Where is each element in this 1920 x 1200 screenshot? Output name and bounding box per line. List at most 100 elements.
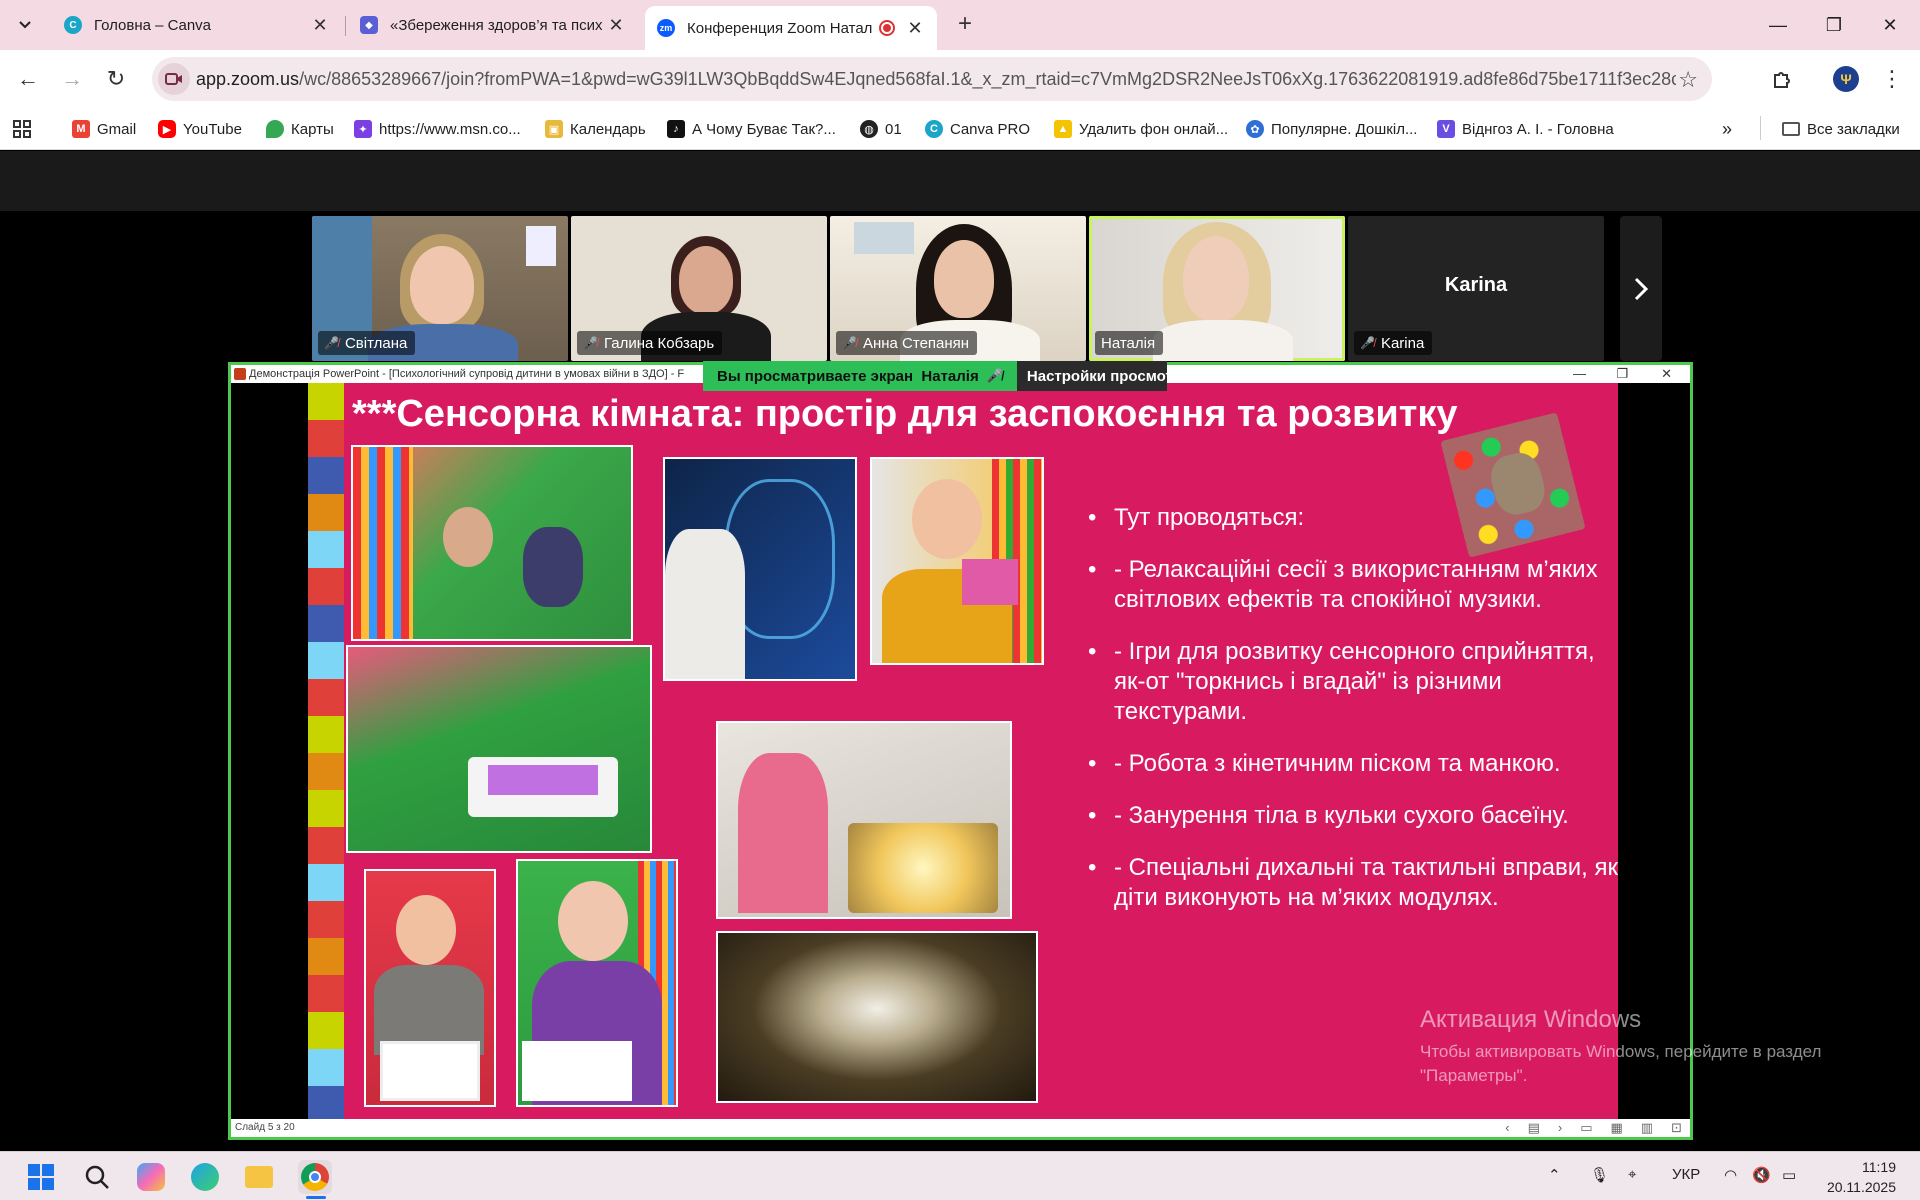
- active-app-indicator: [306, 1196, 326, 1199]
- volume-muted-icon[interactable]: 🔇: [1752, 1166, 1771, 1184]
- gallery-next-button[interactable]: [1620, 216, 1662, 361]
- sensory-room-photo: [716, 721, 1012, 919]
- mic-muted-icon: 🎤̸: [583, 336, 598, 350]
- photo-decor: [738, 753, 828, 913]
- next-slide-icon: ›: [1557, 1120, 1563, 1135]
- address-bar[interactable]: app.zoom.us/wc/88653289667/join?fromPWA=…: [152, 57, 1712, 101]
- participant-tile[interactable]: 🎤̸ Галина Кобзарь: [571, 216, 827, 361]
- tab-separator: [345, 16, 346, 36]
- slideshow-icon: ⊡: [1671, 1120, 1682, 1135]
- bookmark-msn[interactable]: ✦ https://www.msn.co...: [354, 116, 521, 142]
- mic-muted-icon: 🎤̸: [986, 368, 1003, 383]
- photo-decor: [912, 479, 982, 559]
- profile-avatar[interactable]: Ψ: [1830, 63, 1862, 95]
- shared-close-icon: ✕: [1661, 366, 1672, 381]
- forward-button[interactable]: →: [56, 63, 88, 95]
- restore-button[interactable]: ❐: [1806, 0, 1862, 50]
- minimize-button[interactable]: —: [1750, 0, 1806, 50]
- search-icon: [85, 1165, 109, 1189]
- bookmark-label: 01: [885, 120, 902, 138]
- more-bookmarks-icon[interactable]: »: [1722, 116, 1732, 142]
- copilot-button[interactable]: [134, 1160, 168, 1194]
- reload-button[interactable]: ↻: [100, 63, 132, 95]
- bookmark-label: Віднгоз А. І. - Головна: [1462, 120, 1614, 138]
- slide-bullet-list: Тут проводяться: - Релаксаційні сесії з …: [1088, 503, 1618, 935]
- participant-name-tag: 🎤̸ Галина Кобзарь: [577, 331, 723, 355]
- chrome-button[interactable]: [298, 1160, 332, 1194]
- apps-grid-icon[interactable]: [12, 116, 32, 142]
- close-icon[interactable]: ✕: [310, 15, 330, 36]
- participant-body: [1153, 320, 1293, 361]
- menu-kebab-icon[interactable]: ⋮: [1876, 63, 1908, 95]
- tab-canva[interactable]: C Головна – Canva ✕: [52, 6, 342, 44]
- location-icon[interactable]: ⌖: [1628, 1166, 1636, 1183]
- bookmark-remove-bg[interactable]: ▲ Удалить фон онлай...: [1054, 116, 1228, 142]
- bookmark-vidnoz[interactable]: V Віднгоз А. І. - Головна: [1437, 116, 1614, 142]
- bookmark-star-icon[interactable]: ☆: [1678, 67, 1698, 93]
- youtube-icon: ▶: [158, 120, 176, 138]
- new-tab-button[interactable]: +: [950, 10, 980, 40]
- photo-decor: [443, 507, 493, 567]
- bookmark-canva-pro[interactable]: C Canva PRO: [925, 116, 1030, 142]
- battery-icon[interactable]: ▭: [1782, 1166, 1796, 1184]
- chevron-down-icon: [19, 21, 31, 29]
- participant-name-tag: Наталія: [1095, 331, 1164, 355]
- bookmark-calendar[interactable]: ▣ Календарь: [545, 116, 646, 142]
- tab-health[interactable]: ◆ «Збереження здоров’я та псих ✕: [348, 6, 638, 44]
- canva-icon: C: [64, 16, 82, 34]
- all-bookmarks[interactable]: Все закладки: [1782, 116, 1900, 142]
- bookmark-01[interactable]: ◍ 01: [860, 116, 902, 142]
- tab-search-button[interactable]: [8, 10, 42, 40]
- participant-tile[interactable]: 🎤̸ Анна Степанян: [830, 216, 1086, 361]
- bookmark-youtube[interactable]: ▶ YouTube: [158, 116, 242, 142]
- extensions-icon[interactable]: [1766, 63, 1798, 95]
- participant-name-tag: 🎤̸ Karina: [1354, 331, 1433, 355]
- file-explorer-button[interactable]: [242, 1160, 276, 1194]
- bookmark-label: Canva PRO: [950, 120, 1031, 138]
- language-indicator[interactable]: УКР: [1672, 1166, 1700, 1183]
- clock-date: 20.11.2025: [1826, 1179, 1896, 1195]
- participant-tile-active-speaker[interactable]: Наталія: [1089, 216, 1345, 361]
- bullet-item: - Релаксаційні сесії з використанням м’я…: [1088, 555, 1618, 615]
- clock[interactable]: 11:19 20.11.2025: [1827, 1157, 1896, 1197]
- start-button[interactable]: [24, 1160, 58, 1194]
- gmail-icon: M: [72, 120, 90, 138]
- bookmark-gmail[interactable]: M Gmail: [72, 116, 136, 142]
- microphone-icon[interactable]: 🎙: [1590, 1166, 1609, 1184]
- bookmark-popular[interactable]: ✿ Популярне. Дошкіл...: [1246, 116, 1417, 142]
- windows-taskbar: ⌃ 🎙 ⌖ УКР ◠ 🔇 ▭ 11:19 20.11.2025: [0, 1151, 1920, 1200]
- view-settings-button[interactable]: Настройки просмотра: [1016, 361, 1167, 391]
- color-stripes: [308, 383, 344, 1122]
- shield-icon: ◆: [360, 16, 378, 34]
- activation-title: Активация Windows: [1420, 1006, 1642, 1033]
- bookmark-label: Карты: [291, 120, 334, 138]
- wifi-icon[interactable]: ◠: [1724, 1166, 1737, 1184]
- recording-icon: [879, 20, 895, 36]
- bookmark-label: Календарь: [570, 120, 646, 138]
- activation-text: Чтобы активировать Windows, перейдите в …: [1420, 1042, 1822, 1085]
- participant-tile[interactable]: Karina 🎤̸ Karina: [1348, 216, 1604, 361]
- normal-view-icon: ▭: [1580, 1120, 1593, 1135]
- msn-icon: ✦: [354, 120, 372, 138]
- previous-slide-icon: ‹: [1505, 1120, 1510, 1135]
- folder-icon: [245, 1166, 273, 1188]
- edge-button[interactable]: [188, 1160, 222, 1194]
- bullet-item: Тут проводяться:: [1088, 503, 1618, 533]
- search-button[interactable]: [80, 1160, 114, 1194]
- participant-tile[interactable]: 🎤̸ Світлана: [312, 216, 568, 361]
- close-icon[interactable]: ✕: [905, 18, 925, 39]
- windows-logo-icon: [28, 1164, 54, 1190]
- back-button[interactable]: ←: [12, 63, 44, 95]
- participant-face: [934, 240, 994, 318]
- site-info-icon[interactable]: [158, 63, 190, 95]
- bookmark-why[interactable]: ♪ А Чому Буває Так?...: [667, 116, 836, 142]
- shared-minimize-icon: —: [1573, 366, 1586, 381]
- bullet-item: - Ігри для розвитку сенсорного сприйнятт…: [1088, 637, 1618, 727]
- show-hidden-icons[interactable]: ⌃: [1548, 1166, 1561, 1184]
- mic-muted-icon: 🎤̸: [1360, 336, 1375, 350]
- tab-zoom[interactable]: zm Конференция Zoom Натал ✕: [645, 6, 937, 50]
- close-icon[interactable]: ✕: [606, 15, 626, 36]
- zoom-top-area: [0, 151, 1920, 211]
- bookmark-maps[interactable]: Карты: [266, 116, 334, 142]
- close-window-button[interactable]: ✕: [1862, 0, 1918, 50]
